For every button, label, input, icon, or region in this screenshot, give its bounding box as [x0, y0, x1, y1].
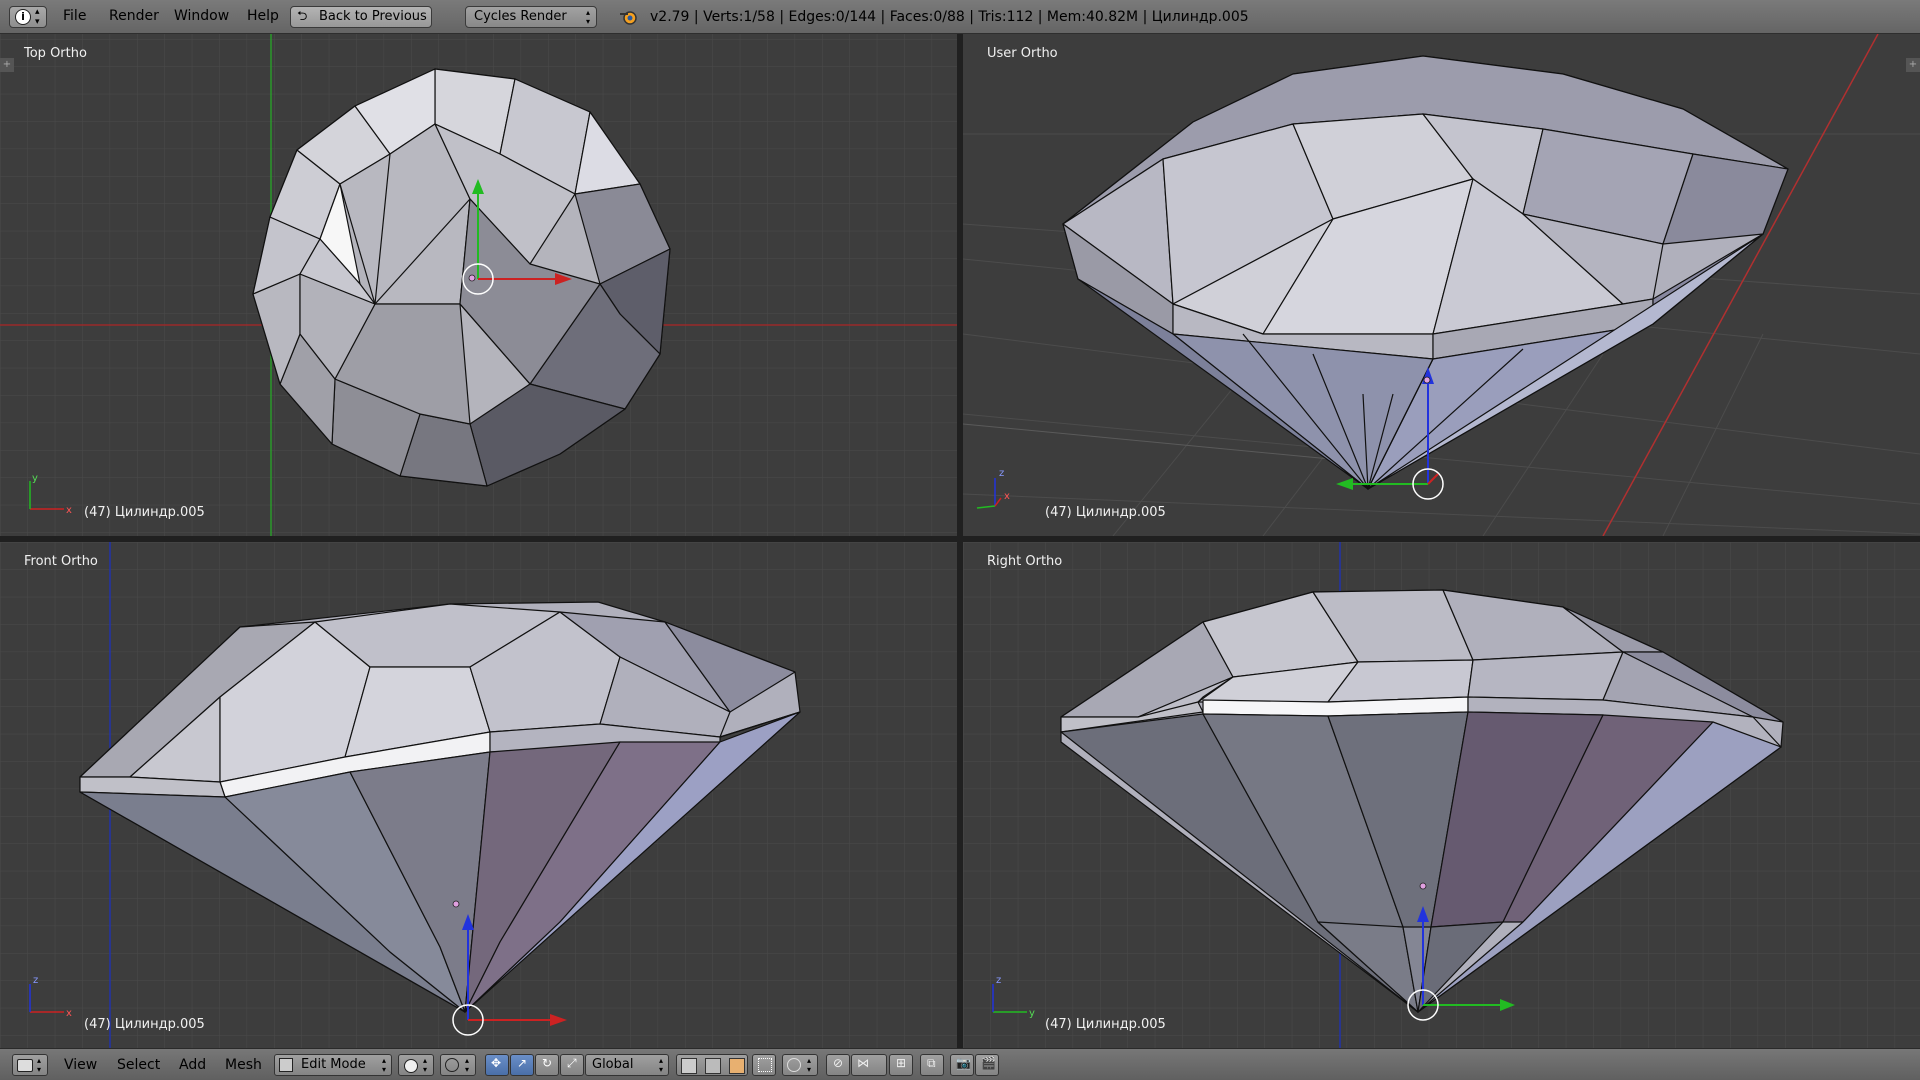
scene-stats: v2.79 | Verts:1/58 | Edges:0/144 | Faces…: [650, 9, 1249, 25]
viewport-front-ortho[interactable]: z x Front Ortho (47) Цилиндр.005: [0, 542, 957, 1048]
menu-mesh[interactable]: Mesh: [225, 1057, 262, 1073]
axis-z-label: z: [33, 975, 38, 986]
manipulator-icon: ✥: [491, 1056, 502, 1070]
chevron-updown-icon: ▴ ▾: [465, 1056, 470, 1074]
transform-orientation-select[interactable]: Global ▴ ▾: [585, 1054, 669, 1076]
viewport-label: Top Ortho: [24, 46, 87, 61]
limit-selection-visible-button[interactable]: [752, 1054, 776, 1076]
editor-type-button[interactable]: ▴ ▾: [12, 1054, 48, 1076]
vertex-select-icon: [681, 1058, 697, 1074]
axis-gizmo: x y: [29, 473, 72, 516]
menu-file[interactable]: File: [63, 8, 86, 24]
occlude-icon: ⧉: [927, 1056, 936, 1070]
manipulator-toggle[interactable]: ✥: [485, 1054, 509, 1076]
region-toggle-left-icon[interactable]: +: [0, 58, 14, 72]
orientation-value: Global: [592, 1057, 634, 1072]
edge-select-icon: [705, 1058, 721, 1074]
manipulator-rotate-button[interactable]: ↻: [535, 1054, 559, 1076]
3d-view-header: ▴ ▾ View Select Add Mesh Edit Mode ▴ ▾ ▴ ▾ …: [0, 1048, 1920, 1080]
menu-view[interactable]: View: [64, 1057, 97, 1073]
pivot-point-select[interactable]: ▴ ▾: [440, 1054, 476, 1076]
viewport-right-ortho[interactable]: z y Right Ortho (47) Цилиндр.005: [963, 542, 1920, 1048]
viewport-user-ortho[interactable]: z x User Ortho (47) Цилиндр.005 +: [963, 34, 1920, 536]
menu-window[interactable]: Window: [174, 8, 229, 24]
render-still-button[interactable]: 📷: [950, 1054, 974, 1076]
manipulator-scale-icon: ⤢: [567, 1056, 577, 1070]
back-arrow-icon: ⮌: [297, 9, 308, 24]
axis-x-label: x: [1004, 491, 1010, 502]
render-animation-button[interactable]: 🎬: [975, 1054, 999, 1076]
back-to-previous-button[interactable]: ⮌ Back to Previous: [290, 6, 432, 28]
snap-element-select[interactable]: ⋈: [851, 1054, 887, 1076]
manipulator-scale-button[interactable]: ⤢: [560, 1054, 584, 1076]
blender-logo-icon: [620, 11, 637, 25]
axis-z-label: z: [999, 468, 1004, 479]
transform-manipulator[interactable]: [0, 34, 957, 536]
menu-help[interactable]: Help: [247, 8, 279, 24]
editor-type-info-button[interactable]: i ▴ ▾: [9, 6, 47, 28]
snap-element-icon: ⋈: [857, 1056, 869, 1070]
proportional-edit-icon: [787, 1058, 801, 1072]
active-object-label: (47) Цилиндр.005: [1045, 505, 1166, 520]
axis-x-label: x: [66, 505, 72, 516]
axis-z-label: z: [996, 975, 1001, 986]
render-engine-select[interactable]: Cycles Render ▴ ▾: [465, 6, 597, 28]
editor-type-icon: [17, 1059, 33, 1072]
chevron-updown-icon: ▴ ▾: [807, 1056, 812, 1074]
manipulator-translate-icon: ↗: [517, 1056, 528, 1070]
back-to-previous-label: Back to Previous: [319, 9, 427, 24]
viewport-splitter-horizontal[interactable]: [0, 536, 1920, 542]
pivot-icon: [445, 1058, 459, 1072]
viewport-top-ortho[interactable]: x y Top Ortho (47) Цилиндр.005 +: [0, 34, 957, 536]
menu-select[interactable]: Select: [117, 1057, 160, 1073]
chevron-updown-icon: ▴ ▾: [381, 1056, 386, 1074]
menu-add[interactable]: Add: [179, 1057, 206, 1073]
transform-manipulator[interactable]: [963, 542, 1920, 1048]
shading-sphere-icon: [404, 1059, 418, 1073]
active-object-label: (47) Цилиндр.005: [84, 1017, 205, 1032]
render-anim-icon: 🎬: [981, 1056, 996, 1070]
transform-manipulator[interactable]: [0, 542, 957, 1048]
limit-visible-icon: [758, 1058, 772, 1072]
manipulator-translate-button[interactable]: ↗: [510, 1054, 534, 1076]
axis-gizmo: z x: [976, 468, 1010, 509]
axis-gizmo: z x: [29, 975, 72, 1019]
mode-select[interactable]: Edit Mode ▴ ▾: [274, 1054, 392, 1076]
top-header-bar: i ▴ ▾ File Render Window Help ⮌ Back to P…: [0, 0, 1920, 34]
snap-toggle[interactable]: ⊘: [826, 1054, 850, 1076]
layer-buttons[interactable]: [676, 1054, 748, 1076]
viewport-shading-select[interactable]: ▴ ▾: [398, 1054, 434, 1076]
edit-mode-icon: [279, 1058, 293, 1072]
snap-target-icon: ⊞: [896, 1056, 907, 1070]
axis-x-label: x: [66, 1008, 72, 1019]
chevron-updown-icon: ▴ ▾: [585, 8, 590, 26]
chevron-updown-icon: ▴ ▾: [37, 1056, 42, 1074]
proportional-edit-select[interactable]: ▴ ▾: [782, 1054, 818, 1076]
active-object-label: (47) Цилиндр.005: [1045, 1017, 1166, 1032]
mode-value: Edit Mode: [301, 1057, 366, 1072]
viewport-label: User Ortho: [987, 46, 1058, 61]
face-select-icon: [729, 1058, 745, 1074]
menu-render[interactable]: Render: [109, 8, 159, 24]
viewport-label: Right Ortho: [987, 554, 1063, 569]
axis-y-label: y: [1029, 1008, 1035, 1019]
render-still-icon: 📷: [956, 1056, 971, 1070]
chevron-updown-icon: ▴ ▾: [658, 1056, 663, 1074]
render-engine-value: Cycles Render: [474, 9, 567, 24]
viewport-label: Front Ortho: [24, 554, 98, 569]
chevron-updown-icon: ▴ ▾: [423, 1056, 428, 1074]
info-icon: i: [15, 9, 31, 25]
snap-icon: ⊘: [833, 1056, 844, 1070]
transform-manipulator[interactable]: [963, 34, 1920, 536]
axis-y-label: y: [32, 473, 38, 484]
region-toggle-right-icon[interactable]: +: [1906, 58, 1920, 72]
manipulator-rotate-icon: ↻: [542, 1056, 553, 1070]
occlude-geometry-button[interactable]: ⧉: [920, 1054, 944, 1076]
active-object-label: (47) Цилиндр.005: [84, 505, 205, 520]
snap-target-button[interactable]: ⊞: [889, 1054, 913, 1076]
chevron-updown-icon: ▴ ▾: [35, 7, 40, 27]
axis-gizmo: z y: [992, 975, 1035, 1019]
